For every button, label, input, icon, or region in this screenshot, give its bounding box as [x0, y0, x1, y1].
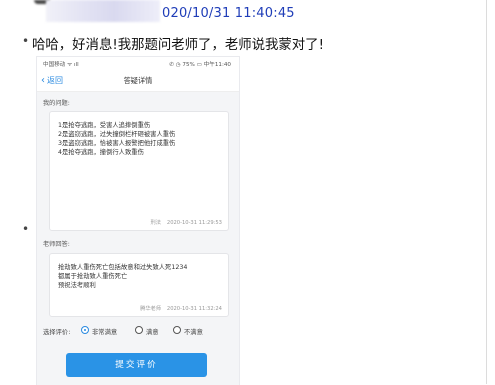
status-right-info: ✆ ◷ 75% ▭ 中午11:40 — [169, 62, 231, 68]
answer-line: 预祝法考顺利 — [58, 282, 96, 289]
phone-screenshot[interactable]: 中国移动 ᯤ ıll ✆ ◷ 75% ▭ 中午11:40 ‹ 返回 答疑详情 我的… — [36, 56, 240, 385]
rating-group: 选择评价: 非常满意 满意 不满意 — [43, 325, 233, 337]
blurred-username — [46, 0, 160, 22]
answer-line: 都属于抢劫致人重伤死亡 — [58, 273, 128, 280]
question-line: 2是盗窃逃跑，过失撞倒栏杆砸被害人重伤 — [58, 131, 176, 138]
radio-selected-icon[interactable] — [81, 326, 89, 334]
rating-option-very-satisfied[interactable]: 非常满意 — [81, 325, 131, 337]
phone-status-bar: 中国移动 ᯤ ıll ✆ ◷ 75% ▭ 中午11:40 — [37, 57, 239, 71]
question-line: 1是抢夺逃跑，受害人追摔倒重伤 — [58, 122, 151, 129]
answer-text: 抢劫致人重伤死亡包括故意和过失致人死1234 都属于抢劫致人重伤死亡 预祝法考顺… — [58, 263, 187, 290]
rating-option-label: 非常满意 — [92, 329, 118, 336]
message-bullet: • — [22, 222, 30, 236]
submit-rating-button[interactable]: 提交评价 — [66, 353, 207, 377]
answer-card: 抢劫致人重伤死亡包括故意和过失致人死1234 都属于抢劫致人重伤死亡 预祝法考顺… — [49, 253, 229, 317]
rating-label: 选择评价: — [43, 329, 71, 336]
rating-option-satisfied[interactable]: 满意 — [135, 325, 169, 337]
message-bullet: • — [22, 34, 30, 48]
rating-option-unsatisfied[interactable]: 不满意 — [173, 325, 213, 337]
radio-unselected-icon[interactable] — [173, 326, 181, 334]
answer-time: 2020-10-31 11:32:24 — [166, 306, 222, 312]
rating-option-label: 不满意 — [184, 329, 203, 336]
page-title: 答疑详情 — [123, 76, 153, 85]
message-timestamp: 020/10/31 11:40:45 — [162, 6, 295, 21]
question-text: 1是抢夺逃跑，受害人追摔倒重伤 2是盗窃逃跑，过失撞倒栏杆砸被害人重伤 3是盗窃… — [58, 121, 175, 157]
answer-line: 抢劫致人重伤死亡包括故意和过失致人死1234 — [58, 264, 188, 271]
answer-meta: 腾华老师 2020-10-31 11:32:24 — [140, 305, 222, 312]
question-label: 我的问题: — [43, 100, 70, 107]
question-line: 3是盗窃逃跑，恰被害人报警把他打成重伤 — [58, 140, 176, 147]
question-time: 2020-10-31 11:29:53 — [166, 220, 222, 226]
rating-option-label: 满意 — [146, 329, 159, 336]
question-author: 刑法 — [150, 220, 161, 226]
message-text[interactable]: 哈哈，好消息!我那题问老师了，老师说我蒙对了! — [32, 33, 324, 53]
carrier-label: 中国移动 ᯤ ıll — [43, 62, 79, 68]
radio-unselected-icon[interactable] — [135, 326, 143, 334]
question-card: 1是抢夺逃跑，受害人追摔倒重伤 2是盗窃逃跑，过失撞倒栏杆砸被害人重伤 3是盗窃… — [49, 111, 229, 231]
nav-bar: ‹ 返回 答疑详情 — [37, 71, 239, 92]
answer-author: 腾华老师 — [140, 306, 161, 312]
question-line: 4是抢夺逃跑，撞倒行人致重伤 — [58, 149, 144, 156]
question-meta: 刑法 2020-10-31 11:29:53 — [151, 219, 223, 226]
answer-label: 老师回答: — [43, 241, 70, 248]
window-edge-divider — [486, 0, 487, 384]
